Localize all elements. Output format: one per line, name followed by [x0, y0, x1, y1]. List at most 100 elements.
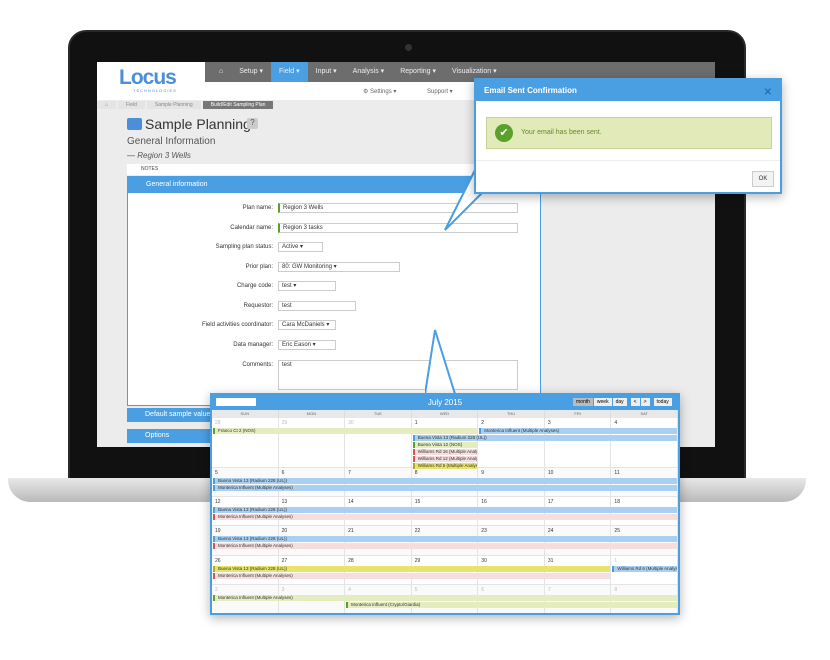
calendar-event[interactable]: Franco Ct 2 (NOS): [213, 428, 478, 434]
day-number: 5: [414, 587, 418, 593]
calendar-event[interactable]: Monterica Influent (Multiple Analyses): [213, 485, 677, 491]
nav-item[interactable]: Field ▾: [271, 62, 308, 82]
breadcrumb-item[interactable]: Sample Planning: [146, 101, 201, 109]
success-message: Your email has been sent.: [521, 129, 602, 136]
day-number: 7: [547, 587, 551, 593]
dialog-header: Email Sent Confirmation ✕: [476, 80, 780, 101]
field-input[interactable]: test ▾: [278, 281, 336, 291]
day-number: 18: [614, 499, 620, 505]
settings-menu[interactable]: ⚙ Settings ▾: [363, 88, 396, 95]
day-number: 26: [215, 558, 221, 564]
day-cell[interactable]: [212, 418, 279, 468]
field-input[interactable]: Eric Eason ▾: [278, 340, 336, 350]
view-month-button[interactable]: month: [573, 398, 593, 406]
calendar-event[interactable]: Monterica Influent (Multiple Analyses): [213, 543, 677, 549]
field-input[interactable]: test: [278, 301, 356, 311]
calendar-header: July 2015 month week day < > today: [212, 395, 678, 410]
view-day-button[interactable]: day: [612, 398, 627, 406]
prev-button[interactable]: <: [630, 398, 640, 406]
day-number: 2: [481, 420, 485, 426]
day-header: FRI: [544, 410, 612, 418]
day-number: 1: [614, 558, 618, 564]
day-number: 16: [481, 499, 487, 505]
field-label: Sampling plan status:: [215, 244, 273, 250]
field-input[interactable]: 80: GW Monitoring ▾: [278, 262, 400, 272]
day-header: MON: [278, 410, 346, 418]
calendar-event[interactable]: Williams Rd 12 (Multiple Analyses): [412, 456, 478, 462]
home-icon[interactable]: ⌂: [205, 62, 231, 82]
dialog-title: Email Sent Confirmation: [484, 86, 577, 95]
general-info-label: General information: [146, 181, 208, 188]
check-icon: ✔: [495, 124, 513, 142]
day-number: 5: [215, 470, 218, 476]
breadcrumb-home-icon[interactable]: ⌂: [97, 101, 117, 109]
day-number: 4: [614, 420, 618, 426]
calendar-event[interactable]: Buena Vista 13 (Radium 228 (UL)): [412, 435, 677, 441]
day-header: SAT: [611, 410, 678, 418]
email-confirmation-dialog: Email Sent Confirmation ✕ ✔ Your email h…: [474, 78, 782, 194]
calendar-event[interactable]: Monterica Influent (Multiple Analyses): [479, 428, 677, 434]
help-icon[interactable]: ?: [247, 118, 258, 129]
calendar-event[interactable]: Williams Rd 16 (Multiple Analyses): [412, 449, 478, 455]
day-cell[interactable]: [478, 418, 545, 468]
day-cell[interactable]: [611, 418, 678, 468]
calendar-event[interactable]: Buena Vista 13 (Radium 228 (UL)): [213, 507, 677, 513]
day-number: 29: [414, 558, 421, 564]
field-input[interactable]: Cara McDaniels ▾: [278, 320, 336, 330]
day-cell[interactable]: [345, 418, 412, 468]
today-button[interactable]: today: [653, 398, 672, 406]
logo[interactable]: Locus TECHNOLOGIES: [97, 62, 205, 100]
support-menu[interactable]: Support ▾: [427, 88, 453, 95]
breadcrumb: ⌂ Field Sample Planning Build/Edit Sampl…: [97, 101, 275, 109]
field-input[interactable]: Active ▾: [278, 242, 323, 252]
day-number: 28: [348, 558, 354, 564]
breadcrumb-item[interactable]: Field: [118, 101, 145, 109]
calendar-widget: July 2015 month week day < > today SUN MON TUE W…: [210, 393, 680, 615]
breadcrumb-current: Build/Edit Sampling Plan: [202, 101, 274, 109]
calendar-event[interactable]: Williams Rd 6 (Multiple Analyses): [612, 566, 677, 572]
day-number: 3: [547, 420, 551, 426]
day-number: 6: [281, 470, 285, 476]
nav-item[interactable]: Setup ▾: [231, 62, 271, 82]
day-number: 12: [215, 499, 221, 505]
day-number: 9: [481, 470, 485, 476]
day-number: 20: [281, 528, 288, 534]
field-label: Charge code:: [236, 283, 273, 289]
field-label: Data manager:: [233, 342, 273, 348]
day-number: 3: [281, 587, 285, 593]
calendar-event[interactable]: Buena Vista 13 (Radium 228 (UL)): [213, 478, 677, 484]
calendar-event[interactable]: Buena Vista 13 (Radium 228 (UL)): [213, 536, 677, 542]
day-number: 22: [414, 528, 421, 534]
calendar-event[interactable]: Monterica Influent (Crypto/Giardia): [346, 602, 677, 608]
calendar-event[interactable]: Monterica Influent (Multiple Analyses): [213, 573, 611, 579]
day-header: THU: [478, 410, 545, 418]
calendar-event[interactable]: Buena Vista 12 (NOS): [412, 442, 478, 448]
day-number: 7: [348, 470, 351, 476]
nav-item[interactable]: Analysis ▾: [345, 62, 393, 82]
calendar-event[interactable]: Monterica Influent (Multiple Analyses): [213, 514, 677, 520]
logo-text: Locus: [119, 66, 177, 89]
day-number: 2: [215, 587, 218, 593]
day-number: 14: [348, 499, 354, 505]
field-label: Prior plan:: [245, 264, 273, 270]
calendar-event[interactable]: Buena Vista 13 (Radium 228 (UL)): [213, 566, 611, 572]
ok-button[interactable]: OK: [752, 171, 774, 187]
day-cell[interactable]: [278, 418, 346, 468]
nav-item[interactable]: Reporting ▾: [392, 62, 444, 82]
day-cell[interactable]: [544, 418, 612, 468]
day-number: 1: [414, 420, 418, 426]
nav-item[interactable]: Input ▾: [308, 62, 345, 82]
day-number: 28: [215, 420, 221, 426]
close-icon[interactable]: ✕: [764, 82, 772, 103]
field-label: Requestor:: [243, 303, 273, 309]
day-number: 24: [547, 528, 554, 534]
notes-label: NOTES: [141, 166, 159, 172]
day-number: 21: [348, 528, 354, 534]
field-label: Calendar name:: [230, 225, 273, 231]
next-button[interactable]: >: [640, 398, 650, 406]
day-number: 30: [348, 420, 354, 426]
calendar-event[interactable]: Williams Rd 5 (Multiple Analyses): [412, 463, 478, 469]
camera: [405, 44, 412, 51]
view-week-button[interactable]: week: [593, 398, 612, 406]
calendar-event[interactable]: Monterica Influent (Multiple Analyses): [213, 595, 677, 601]
